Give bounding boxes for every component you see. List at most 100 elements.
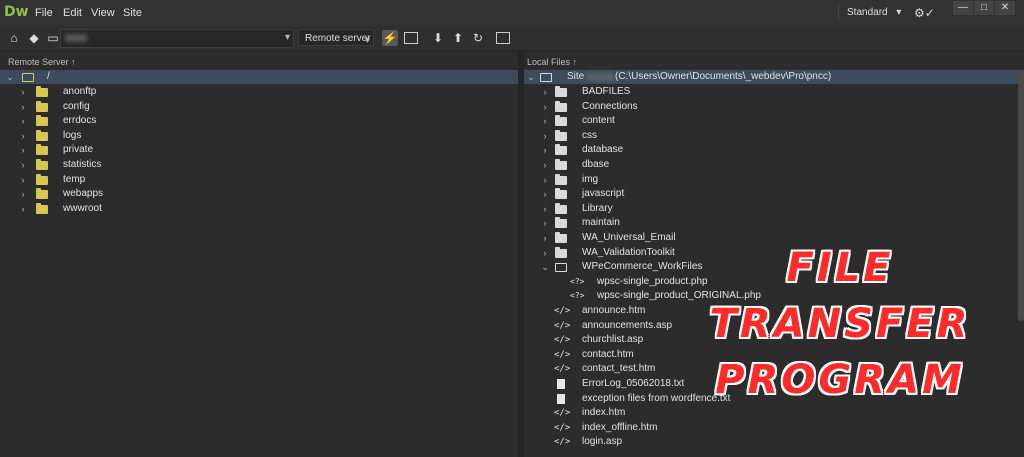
local-folder-row[interactable]: › content xyxy=(524,114,1024,128)
local-file-row[interactable]: </> login.asp xyxy=(524,435,1024,449)
workspace-switcher[interactable]: Standard ▾ xyxy=(838,4,904,21)
folder-name: BADFILES xyxy=(582,86,631,97)
chevron-right-icon[interactable]: › xyxy=(540,187,550,201)
remote-folder-row[interactable]: › errdocs xyxy=(0,114,518,128)
remote-folder-row[interactable]: › config xyxy=(0,100,518,114)
chevron-right-icon[interactable]: › xyxy=(18,100,28,114)
chevron-right-icon[interactable]: › xyxy=(18,202,28,216)
connect-icon[interactable]: ⌂ xyxy=(6,30,22,46)
chevron-right-icon[interactable]: › xyxy=(18,114,28,128)
chevron-down-icon[interactable]: ⌄ xyxy=(5,70,15,84)
menu-site[interactable]: Site xyxy=(123,7,142,19)
local-folder-row[interactable]: › css xyxy=(524,129,1024,143)
remote-folder-row[interactable]: › wwwroot xyxy=(0,202,518,216)
chevron-down-icon[interactable]: ⌄ xyxy=(540,260,550,274)
view-icon[interactable] xyxy=(496,32,510,44)
folder-icon xyxy=(555,246,567,258)
git-icon[interactable]: ◆ xyxy=(26,30,42,46)
local-folder-row[interactable]: › BADFILES xyxy=(524,85,1024,99)
file-name: ErrorLog_05062018.txt xyxy=(582,378,685,389)
chevron-right-icon[interactable]: › xyxy=(18,173,28,187)
menu-file[interactable]: File xyxy=(35,7,53,19)
remote-header[interactable]: Remote Server ↑ xyxy=(8,57,76,67)
code-file-icon: </> xyxy=(554,320,571,331)
scrollbar[interactable] xyxy=(1018,71,1024,321)
remote-folder-row[interactable]: › webapps xyxy=(0,187,518,201)
folder-icon xyxy=(36,188,48,200)
folder-icon xyxy=(555,115,567,127)
blurred-site-name xyxy=(65,34,87,42)
remote-server-select[interactable]: Remote server ▾ xyxy=(298,29,374,46)
local-folder-row[interactable]: › img xyxy=(524,173,1024,187)
folder-icon xyxy=(36,159,48,170)
folder-open-icon xyxy=(555,263,567,273)
folder-name: webapps xyxy=(63,188,104,200)
remote-folder-row[interactable]: › statistics xyxy=(0,158,518,172)
remote-folder-row[interactable]: › anonftp xyxy=(0,85,518,99)
minimize-button[interactable]: — xyxy=(953,1,973,15)
menu-edit[interactable]: Edit xyxy=(63,7,82,19)
folder-name: database xyxy=(582,144,624,156)
chevron-right-icon[interactable]: › xyxy=(540,143,550,157)
chevron-down-icon: ▾ xyxy=(284,32,290,43)
chevron-right-icon[interactable]: › xyxy=(18,187,28,201)
chevron-right-icon[interactable]: › xyxy=(18,85,28,99)
local-header[interactable]: Local Files ↑ xyxy=(527,57,577,67)
folder-icon xyxy=(36,202,48,214)
local-folder-row[interactable]: › dbase xyxy=(524,158,1024,172)
expand-icon[interactable] xyxy=(404,32,418,44)
chevron-down-icon[interactable]: ⌄ xyxy=(526,70,536,84)
local-folder-row[interactable]: › Connections xyxy=(524,100,1024,114)
chevron-right-icon[interactable]: › xyxy=(18,129,28,143)
chevron-right-icon[interactable]: › xyxy=(540,129,550,143)
remote-root-row[interactable]: ⌄ / xyxy=(0,70,518,84)
gear-icon[interactable]: ⚙✓ xyxy=(914,6,935,20)
chevron-right-icon[interactable]: › xyxy=(540,85,550,99)
folder-name: wwwroot xyxy=(63,202,102,214)
chevron-right-icon[interactable]: › xyxy=(540,158,550,172)
local-folder-row[interactable]: › javascript xyxy=(524,187,1024,201)
chevron-right-icon[interactable]: › xyxy=(540,100,550,114)
refresh-icon[interactable]: ↻ xyxy=(470,30,486,46)
code-file-icon: </> xyxy=(554,364,571,375)
remote-folder-row[interactable]: › logs xyxy=(0,129,518,143)
chevron-right-icon[interactable]: › xyxy=(540,231,550,245)
site-select[interactable]: ▾ xyxy=(60,29,294,48)
chevron-right-icon[interactable]: › xyxy=(540,216,550,230)
folder-open-icon xyxy=(22,73,34,82)
local-folder-row[interactable]: › maintain xyxy=(524,216,1024,230)
maximize-button[interactable]: □ xyxy=(974,1,994,15)
folder-name: statistics xyxy=(63,159,102,170)
put-icon[interactable]: ⬆ xyxy=(450,30,466,46)
remote-folder-row[interactable]: › temp xyxy=(0,173,518,187)
folder-icon xyxy=(555,232,567,243)
chevron-right-icon[interactable]: › xyxy=(540,246,550,260)
local-folder-row[interactable]: › database xyxy=(524,143,1024,157)
get-icon[interactable]: ⬇ xyxy=(430,30,446,46)
folder-icon xyxy=(555,202,567,214)
remote-folder-row[interactable]: › private xyxy=(0,143,518,157)
chevron-right-icon[interactable]: › xyxy=(18,143,28,157)
chevron-right-icon[interactable]: › xyxy=(540,202,550,216)
remote-select-label: Remote server xyxy=(305,33,371,44)
code-file-icon: </> xyxy=(554,437,571,448)
banner-line: File xyxy=(786,245,894,291)
close-button[interactable]: ✕ xyxy=(995,1,1015,15)
local-root-prefix: Site xyxy=(567,71,585,82)
folder-icon xyxy=(36,173,48,185)
local-file-row[interactable]: </> index_offline.htm xyxy=(524,421,1024,435)
local-file-row[interactable]: </> index.htm xyxy=(524,406,1024,420)
local-root-row[interactable]: ⌄ Site (C:\Users\Owner\Documents\_webdev… xyxy=(524,70,1024,84)
app-logo: Dw xyxy=(4,4,29,20)
file-name: index.htm xyxy=(582,407,626,419)
banner-title: File Transfer Program xyxy=(690,240,990,408)
sync-icon[interactable]: ⚡ xyxy=(382,30,398,46)
chevron-right-icon[interactable]: › xyxy=(540,173,550,187)
remote-pane: Remote Server ↑ ⌄ / › anonftp › config › errd… xyxy=(0,51,518,457)
file-name: index_offline.htm xyxy=(582,421,658,433)
folder-icon xyxy=(36,115,48,127)
chevron-right-icon[interactable]: › xyxy=(540,114,550,128)
local-folder-row[interactable]: › Library xyxy=(524,202,1024,216)
menu-view[interactable]: View xyxy=(91,7,115,19)
chevron-right-icon[interactable]: › xyxy=(18,158,28,172)
